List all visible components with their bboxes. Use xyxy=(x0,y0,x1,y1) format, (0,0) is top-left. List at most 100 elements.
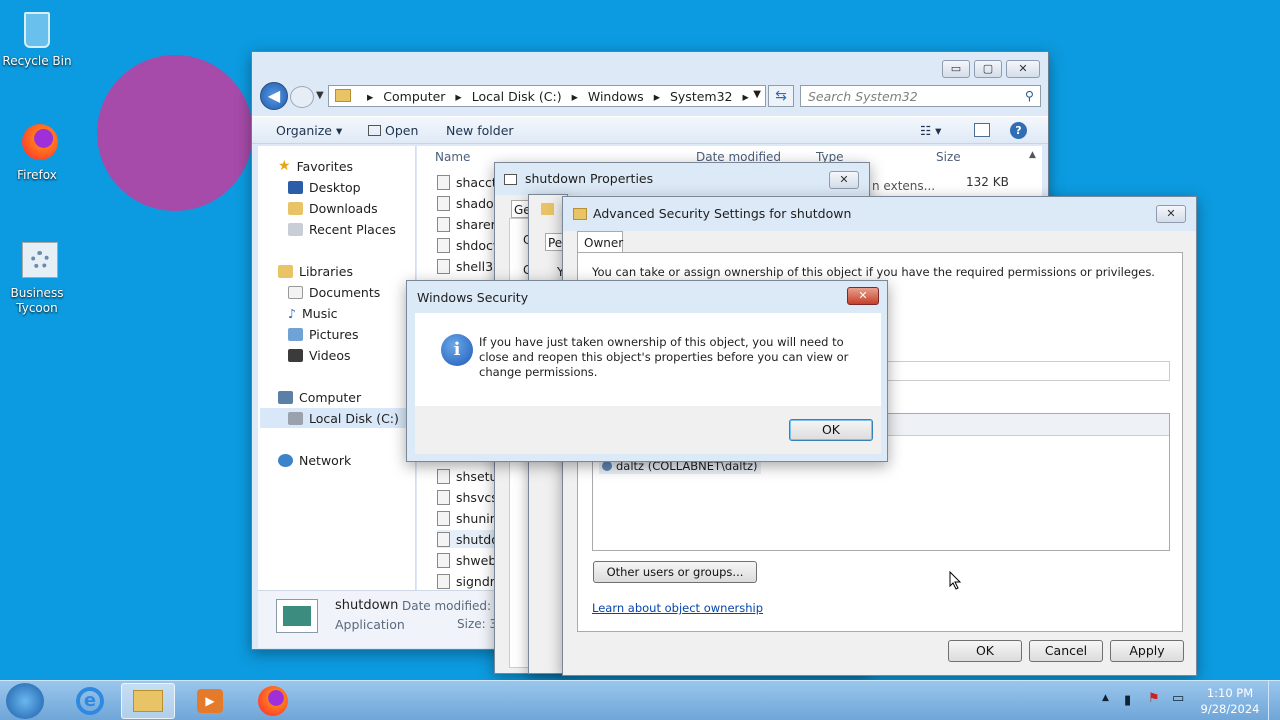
security-title: Windows Security xyxy=(417,290,529,305)
file-icon xyxy=(437,195,450,211)
ok-button[interactable]: OK xyxy=(789,419,873,441)
desktop-icon-recycle-bin[interactable]: Recycle Bin xyxy=(0,6,74,69)
nav-libraries[interactable]: Libraries xyxy=(278,262,353,280)
clock-time: 1:10 PM xyxy=(1206,686,1254,700)
cancel-button[interactable]: Cancel xyxy=(1029,640,1103,662)
nav-pictures[interactable]: Pictures xyxy=(288,325,359,343)
desktop-icon-business-tycoon[interactable]: Business Tycoon xyxy=(0,238,74,316)
application-icon xyxy=(276,599,318,633)
nav-downloads[interactable]: Downloads xyxy=(288,199,378,217)
security-message: If you have just taken ownership of this… xyxy=(479,335,849,379)
desktop-icon-firefox[interactable]: Firefox xyxy=(0,120,74,183)
nav-recent-places[interactable]: Recent Places xyxy=(288,220,396,238)
column-size[interactable]: Size xyxy=(936,150,961,164)
nav-videos[interactable]: Videos xyxy=(288,346,351,364)
nav-music[interactable]: ♪ Music xyxy=(288,304,338,322)
history-dropdown-icon[interactable]: ▼ xyxy=(316,90,324,101)
maximize-button[interactable]: ▢ xyxy=(974,60,1002,78)
file-explorer-icon[interactable] xyxy=(121,683,175,719)
details-date-modified: Date modified: 7/ xyxy=(402,599,507,613)
apply-button[interactable]: Apply xyxy=(1110,640,1184,662)
videos-icon xyxy=(288,348,303,362)
show-desktop-button[interactable] xyxy=(1268,681,1280,720)
file-row[interactable]: shwebs xyxy=(437,551,503,569)
nav-documents[interactable]: Documents xyxy=(288,283,380,301)
breadcrumb-separator: ▸ xyxy=(571,88,578,104)
message-area: i If you have just taken ownership of th… xyxy=(415,313,881,406)
action-center-icon[interactable]: ⚑ xyxy=(1148,691,1160,706)
search-input[interactable]: Search System32 ⚲ xyxy=(800,85,1041,107)
windows-security-dialog: Windows Security ✕ i If you have just ta… xyxy=(406,280,888,462)
file-row[interactable]: sharem xyxy=(437,215,503,233)
app-icon xyxy=(504,174,517,185)
breadcrumb-system32[interactable]: System32 xyxy=(670,89,733,104)
file-row[interactable]: shsvcs. xyxy=(437,488,502,506)
close-button[interactable]: ✕ xyxy=(1006,60,1040,78)
desktop-icon-label: Business Tycoon xyxy=(10,286,64,315)
music-icon: ♪ xyxy=(288,305,296,321)
first-row-type: n extens... xyxy=(872,179,936,193)
folder-icon xyxy=(335,89,351,102)
minimize-button[interactable]: ▭ xyxy=(942,60,970,78)
user-icon xyxy=(602,461,612,471)
breadcrumb-separator: ▸ xyxy=(742,88,749,104)
file-row[interactable]: signdrv xyxy=(437,572,502,590)
nav-local-disk[interactable]: Local Disk (C:) xyxy=(260,408,414,428)
command-bar: Organize ▾ Open New folder ☷ ▾ ? xyxy=(252,116,1048,144)
recycle-bin-icon xyxy=(14,6,60,52)
first-row-size: 132 KB xyxy=(966,175,1009,189)
nav-favorites[interactable]: ★ Favorites xyxy=(278,157,353,175)
file-icon xyxy=(437,174,450,190)
properties-close-button[interactable]: ✕ xyxy=(829,171,859,189)
internet-explorer-icon[interactable]: e xyxy=(63,683,117,719)
firefox-taskbar-icon[interactable] xyxy=(246,683,300,719)
preview-pane-icon[interactable] xyxy=(974,123,990,137)
file-icon xyxy=(437,552,450,568)
media-player-icon[interactable]: ▶ xyxy=(183,683,237,719)
breadcrumb-windows[interactable]: Windows xyxy=(588,89,644,104)
firefox-icon xyxy=(14,120,60,166)
recent-places-icon xyxy=(288,222,303,236)
file-row[interactable]: shdocv xyxy=(437,236,500,254)
file-row[interactable]: shacct. xyxy=(437,173,501,191)
desktop-icon-label: Firefox xyxy=(17,168,57,182)
folder-icon xyxy=(541,203,554,215)
file-row[interactable]: shunim xyxy=(437,509,502,527)
nav-desktop[interactable]: Desktop xyxy=(288,178,361,196)
refresh-icon[interactable]: ⇆ xyxy=(768,85,794,107)
address-bar[interactable]: ▸ Computer ▸ Local Disk (C:) ▸ Windows ▸ Sy… xyxy=(328,85,766,107)
advanced-close-button[interactable]: ✕ xyxy=(1156,205,1186,223)
help-icon[interactable]: ? xyxy=(1010,122,1027,139)
file-row-selected[interactable]: shutdo xyxy=(437,530,499,548)
desktop-icon xyxy=(288,180,303,194)
learn-ownership-link[interactable]: Learn about object ownership xyxy=(592,601,763,615)
breadcrumb-local-disk[interactable]: Local Disk (C:) xyxy=(472,89,562,104)
start-button-icon[interactable] xyxy=(6,683,44,719)
security-close-button[interactable]: ✕ xyxy=(847,287,879,305)
details-file-name: shutdown xyxy=(335,598,399,613)
gear-app-icon xyxy=(14,238,60,284)
libraries-icon xyxy=(278,264,293,278)
file-icon xyxy=(437,258,450,274)
nav-computer[interactable]: Computer xyxy=(278,388,361,406)
power-icon[interactable]: ▮ xyxy=(1124,693,1131,708)
breadcrumb-separator: ▸ xyxy=(367,88,374,104)
address-dropdown-icon[interactable]: ▼ xyxy=(753,89,761,100)
other-users-button[interactable]: Other users or groups... xyxy=(593,561,757,583)
tab-owner[interactable]: Owner xyxy=(577,231,623,253)
back-arrow-icon[interactable]: ◀ xyxy=(260,82,288,110)
breadcrumb-computer[interactable]: Computer xyxy=(383,89,445,104)
clock[interactable]: 1:10 PM 9/28/2024 xyxy=(1196,685,1264,717)
open-button[interactable]: Open xyxy=(368,123,418,138)
forward-arrow-icon[interactable] xyxy=(290,86,314,108)
show-hidden-icons-icon[interactable]: ▲ xyxy=(1102,693,1109,703)
network-tray-icon[interactable]: ▭ xyxy=(1172,691,1184,706)
organize-button[interactable]: Organize ▾ xyxy=(276,123,342,138)
scroll-up-icon[interactable]: ▲ xyxy=(1029,150,1036,160)
column-name[interactable]: Name xyxy=(435,150,470,164)
ok-button[interactable]: OK xyxy=(948,640,1022,662)
new-folder-button[interactable]: New folder xyxy=(446,123,514,138)
nav-network[interactable]: Network xyxy=(278,451,351,469)
view-options-icon[interactable]: ☷ ▾ xyxy=(920,123,941,138)
drive-icon xyxy=(288,411,303,425)
